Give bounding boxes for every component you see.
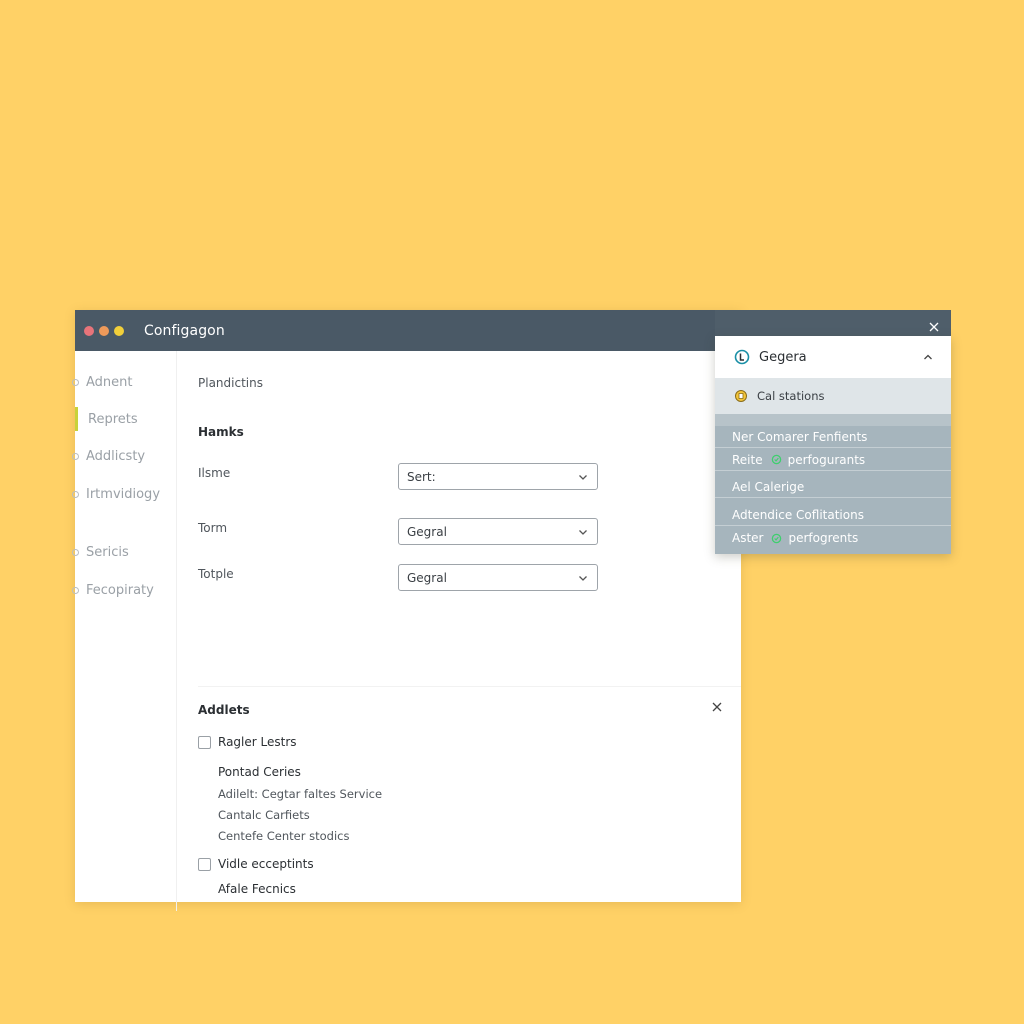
option-label: Ner Comarer Fenfients	[732, 429, 868, 444]
config-window: Configagon Adnent Reprets Addlicsty Irtm…	[72, 310, 741, 911]
group-heading: Pontad Ceries	[218, 765, 301, 779]
field-label: Ilsme	[198, 466, 231, 480]
selected-option-label: Cal stations	[757, 389, 825, 403]
sidebar-item-label: Reprets	[88, 411, 138, 427]
title-bar[interactable]: Configagon	[75, 310, 741, 351]
sidebar-item-fecopiraty[interactable]: Fecopiraty	[72, 578, 177, 602]
option-label: Reite	[732, 452, 763, 467]
popover-titlebar-strip	[715, 310, 951, 337]
option-label: Ael Calerige	[732, 479, 805, 494]
select-value: Gegral	[407, 570, 447, 585]
sidebar-item-irtmvidiogy[interactable]: Irtmvidiogy	[72, 482, 177, 506]
divider	[198, 686, 741, 687]
addlets-title: Addlets	[198, 703, 250, 717]
dropdown-option[interactable]: Adtendice Coflitations	[715, 504, 951, 526]
chevron-down-icon	[579, 575, 587, 581]
dropdown-option[interactable]: Ner Comarer Fenfients	[715, 426, 951, 448]
radio-dot-icon	[72, 452, 79, 460]
section-title: Hamks	[198, 425, 244, 439]
group-line: Cantalc Carfiets	[218, 808, 310, 822]
dropdown-option[interactable]: Aster perfogrents	[715, 527, 951, 549]
sidebar-item-label: Irtmvidiogy	[86, 486, 161, 502]
radio-dot-icon	[72, 378, 79, 386]
chevron-down-icon	[579, 474, 587, 480]
dropdown-selected-option[interactable]: Cal stations	[715, 378, 951, 414]
sidebar-item-label: Addlicsty	[86, 448, 146, 464]
vidle-ecceptints-checkbox-row[interactable]: Vidle ecceptints	[198, 857, 314, 871]
window-controls	[84, 325, 124, 336]
checkbox[interactable]	[198, 735, 211, 749]
sidebar: Adnent Reprets Addlicsty Irtmvidiogy Ser…	[72, 351, 177, 911]
active-indicator	[75, 407, 78, 431]
select-value: Gegral	[407, 524, 447, 539]
radio-dot-icon	[72, 548, 79, 556]
checkbox-label: Vidle ecceptints	[218, 857, 314, 871]
sidebar-item-label: Adnent	[86, 374, 133, 390]
option-suffix: perfogrents	[788, 531, 859, 545]
sidebar-item-reprets[interactable]: Reprets	[75, 407, 177, 431]
dropdown-spacer	[715, 414, 951, 426]
group-line: Centefe Center stodics	[218, 829, 350, 843]
field-label: Totple	[198, 567, 234, 581]
dropdown-option[interactable]: Ael Calerige	[715, 476, 951, 498]
chevron-down-icon	[579, 529, 587, 535]
sidebar-item-label: Fecopiraty	[86, 582, 154, 598]
sidebar-item-adnent[interactable]: Adnent	[72, 370, 177, 394]
field-label: Torm	[198, 521, 228, 535]
sidebar-item-addlicsty[interactable]: Addlicsty	[72, 444, 177, 468]
dropdown-title: Gegera	[759, 349, 807, 365]
breadcrumb: Plandictins	[198, 376, 263, 390]
close-icon[interactable]	[928, 321, 940, 333]
ragler-lestrs-checkbox-row[interactable]: Ragler Lestrs	[198, 735, 297, 749]
torm-select[interactable]: Gegral	[398, 518, 598, 545]
minimize-window-button[interactable]	[99, 325, 109, 336]
radio-dot-icon	[72, 490, 79, 498]
window-title: Configagon	[144, 322, 225, 339]
status-circle-icon	[772, 533, 782, 543]
close-window-button[interactable]	[84, 325, 94, 336]
checkbox[interactable]	[198, 857, 211, 871]
gegera-dropdown: Gegera Cal stations Ner Comarer Fenfient…	[715, 336, 951, 554]
dropdown-option[interactable]: Reite perfogurants	[715, 449, 951, 471]
option-label: Aster	[732, 531, 764, 545]
chevron-up-icon[interactable]	[922, 351, 934, 363]
totple-select[interactable]: Gegral	[398, 564, 598, 591]
option-label: Adtendice Coflitations	[732, 507, 864, 522]
sidebar-item-sericis[interactable]: Sericis	[72, 540, 177, 564]
option-suffix: perfogurants	[787, 452, 866, 467]
dropdown-header[interactable]: Gegera	[715, 336, 951, 378]
close-icon[interactable]	[711, 701, 723, 713]
select-value: Sert:	[407, 469, 436, 484]
badge-icon	[735, 390, 747, 402]
maximize-window-button[interactable]	[114, 325, 124, 336]
footer-heading: Afale Fecnics	[218, 882, 296, 896]
radio-dot-icon	[72, 586, 79, 594]
sidebar-item-label: Sericis	[86, 544, 129, 560]
status-circle-icon	[771, 454, 781, 465]
checkbox-label: Ragler Lestrs	[218, 735, 297, 749]
group-line: Adilelt: Cegtar faltes Service	[218, 787, 383, 801]
ilsme-select[interactable]: Sert:	[398, 463, 598, 490]
app-logo-icon	[734, 349, 750, 365]
